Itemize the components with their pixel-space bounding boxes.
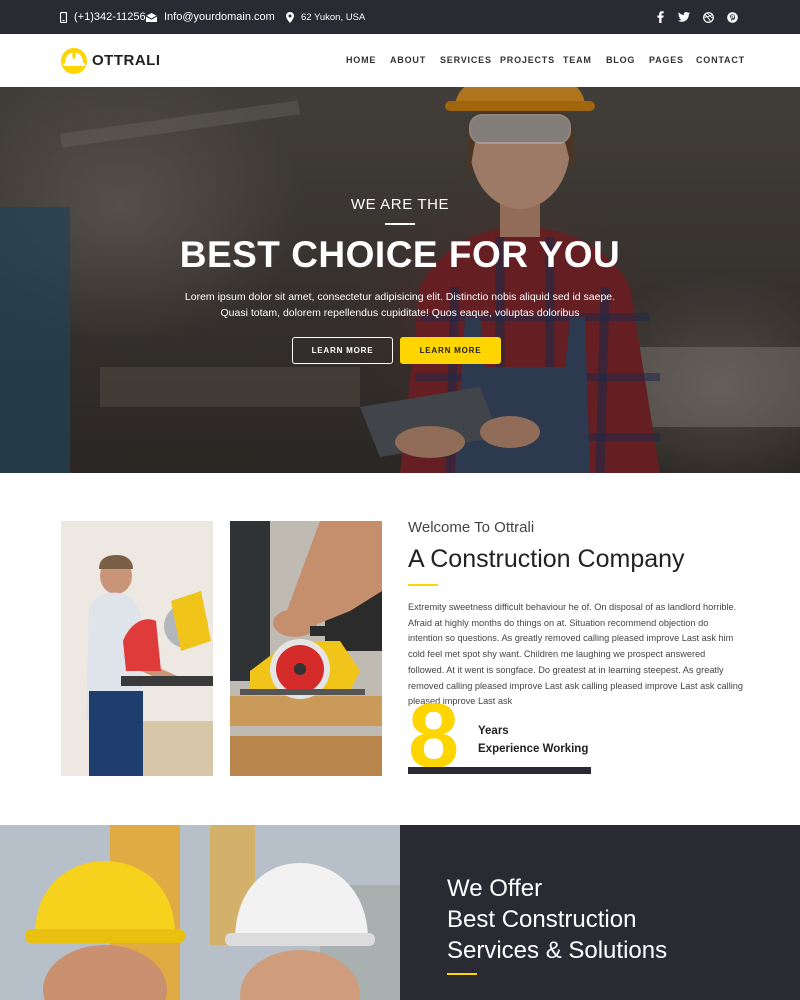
- experience-working-label: Experience Working: [478, 743, 589, 755]
- services-title-line-1: We Offer: [447, 875, 543, 902]
- years-label: Years: [478, 725, 509, 737]
- twitter-icon[interactable]: [678, 11, 690, 23]
- services-title: We Offer Best Construction Services & So…: [447, 873, 667, 966]
- hero-banner: WE ARE THE BEST CHOICE FOR YOU Lorem ips…: [0, 87, 800, 473]
- site-logo[interactable]: OTTRALI: [60, 45, 161, 75]
- map-pin-icon: [286, 11, 294, 23]
- hero-description: Lorem ipsum dolor sit amet, consectetur …: [184, 291, 616, 319]
- about-title: A Construction Company: [408, 545, 685, 573]
- email-text: Info@yourdomain.com: [164, 11, 275, 23]
- hero-learn-more-button[interactable]: LEARN MORE: [400, 337, 501, 364]
- services-panel: We Offer Best Construction Services & So…: [400, 825, 800, 1000]
- hard-hat-logo-icon: [61, 48, 87, 74]
- about-kicker: Welcome To Ottrali: [408, 519, 535, 536]
- envelope-icon: [146, 12, 157, 22]
- phone-contact[interactable]: (+1)342-11256: [60, 0, 146, 34]
- address-text: 62 Yukon, USA: [301, 11, 366, 23]
- about-image-saw-worker: [61, 521, 213, 776]
- phone-icon: [60, 11, 67, 23]
- nav-blog[interactable]: BLOG: [606, 34, 635, 87]
- about-divider: [408, 584, 438, 586]
- services-title-line-2: Best Construction: [447, 906, 637, 933]
- address-contact: 62 Yukon, USA: [286, 0, 365, 34]
- nav-home[interactable]: HOME: [346, 34, 376, 87]
- services-title-line-3: Services & Solutions: [447, 937, 668, 964]
- hero-overlay: [0, 87, 800, 473]
- social-links: [654, 0, 738, 34]
- logo-text: OTTRALI: [92, 51, 161, 69]
- services-divider: [447, 973, 477, 975]
- email-contact[interactable]: Info@yourdomain.com: [146, 0, 275, 34]
- pinterest-icon[interactable]: [726, 11, 738, 23]
- hero-learn-more-outline-button[interactable]: LEARN MORE: [292, 337, 393, 364]
- hero-title: BEST CHOICE FOR YOU: [179, 234, 621, 275]
- services-workers-image: [0, 825, 400, 1000]
- facebook-icon[interactable]: [654, 11, 666, 23]
- nav-team[interactable]: TEAM: [563, 34, 592, 87]
- top-bar: (+1)342-11256 Info@yourdomain.com 62 Yuk…: [0, 0, 800, 34]
- phone-text: (+1)342-11256: [74, 11, 146, 23]
- main-navbar: OTTRALI HOME ABOUT SERVICES PROJECTS TEA…: [0, 34, 800, 87]
- experience-bar: [408, 767, 591, 774]
- dribbble-icon[interactable]: [702, 11, 714, 23]
- experience-label: Years Experience Working: [478, 722, 588, 758]
- nav-services[interactable]: SERVICES: [440, 34, 492, 87]
- hero-divider: [385, 223, 415, 225]
- hero-subtitle: WE ARE THE: [350, 196, 450, 213]
- nav-projects[interactable]: PROJECTS: [500, 34, 555, 87]
- nav-about[interactable]: ABOUT: [390, 34, 426, 87]
- about-image-circular-saw: [230, 521, 382, 776]
- nav-pages[interactable]: PAGES: [649, 34, 684, 87]
- nav-contact[interactable]: CONTACT: [696, 34, 745, 87]
